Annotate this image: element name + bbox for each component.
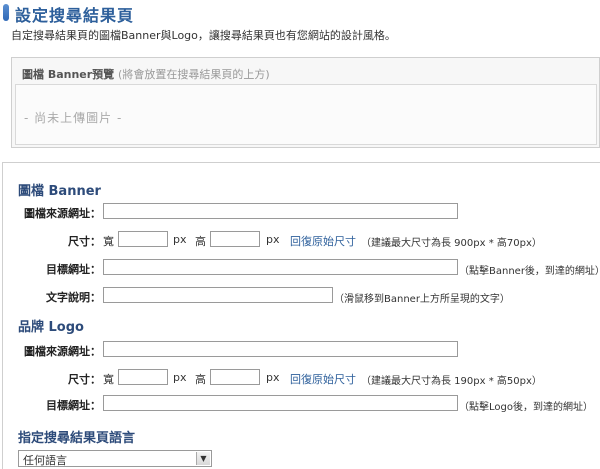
logo-size-label: 尺寸： [68, 373, 101, 386]
banner-target-hint: （點擊Banner後，到達的網址） [459, 266, 600, 277]
banner-target-input[interactable] [103, 259, 458, 275]
banner-size-label: 尺寸： [68, 235, 101, 248]
chevron-down-icon[interactable]: ▼ [196, 452, 210, 465]
banner-preview-panel: 圖檔 Banner預覽 (將會放置在搜尋結果頁的上方) - 尚未上傳圖片 - [11, 57, 600, 148]
banner-source-label: 圖檔來源網址： [24, 207, 101, 220]
language-section-title: 指定搜尋結果頁語言 [18, 431, 136, 446]
banner-source-input[interactable] [103, 203, 458, 219]
page-title: 設定搜尋結果頁 [15, 6, 135, 25]
page-header: 設定搜尋結果頁 [3, 2, 597, 25]
logo-target-label: 目標網址： [46, 399, 101, 412]
logo-target-hint: （點擊Logo後，到達的網址） [459, 402, 593, 413]
logo-restore-size-link[interactable]: 回復原始尺寸 [290, 371, 356, 387]
banner-restore-size-link[interactable]: 回復原始尺寸 [290, 233, 356, 249]
page: 設定搜尋結果頁 自定搜尋結果頁的圖檔Banner與Logo，讓搜尋結果頁也有您網… [0, 0, 600, 469]
page-subtitle: 自定搜尋結果頁的圖檔Banner與Logo，讓搜尋結果頁也有您網站的設計風格。 [11, 29, 396, 42]
banner-preview-box: - 尚未上傳圖片 - [15, 84, 597, 145]
banner-alt-label: 文字說明： [46, 291, 101, 304]
banner-target-label: 目標網址： [46, 263, 101, 276]
logo-target-input[interactable] [103, 395, 458, 411]
banner-width-label: 寬 [103, 235, 114, 248]
logo-section-title: 品牌 Logo [18, 320, 84, 335]
title-bar-icon [3, 4, 9, 21]
preview-empty-text: - 尚未上傳圖片 - [24, 111, 123, 125]
preview-title-label: 圖檔 Banner預覽 [22, 68, 115, 81]
settings-form: 圖檔 Banner 圖檔來源網址： 尺寸： 寬 px 高 px 回復原始尺寸 （… [2, 162, 600, 469]
banner-height-unit: px [266, 233, 280, 246]
banner-height-label: 高 [195, 235, 206, 248]
banner-width-input[interactable] [118, 231, 168, 247]
logo-height-label: 高 [195, 373, 206, 386]
banner-size-hint: （建議最大尺寸為長 900px * 高70px） [361, 238, 542, 249]
logo-source-input[interactable] [103, 341, 458, 357]
logo-height-input[interactable] [210, 369, 260, 385]
banner-alt-hint: （滑鼠移到Banner上方所呈現的文字） [334, 294, 510, 305]
preview-title: 圖檔 Banner預覽 (將會放置在搜尋結果頁的上方) [22, 66, 270, 82]
logo-width-unit: px [173, 371, 187, 384]
language-select[interactable]: 任何語言 ▼ [18, 450, 212, 467]
banner-height-input[interactable] [210, 231, 260, 247]
logo-size-hint: （建議最大尺寸為長 190px * 高50px） [361, 376, 542, 387]
logo-width-label: 寬 [103, 373, 114, 386]
banner-alt-input[interactable] [103, 287, 333, 303]
preview-hint: (將會放置在搜尋結果頁的上方) [118, 68, 270, 81]
banner-section-title: 圖檔 Banner [18, 184, 101, 199]
language-select-value: 任何語言 [23, 454, 67, 467]
banner-width-unit: px [173, 233, 187, 246]
logo-height-unit: px [266, 371, 280, 384]
logo-source-label: 圖檔來源網址： [24, 345, 101, 358]
logo-width-input[interactable] [118, 369, 168, 385]
